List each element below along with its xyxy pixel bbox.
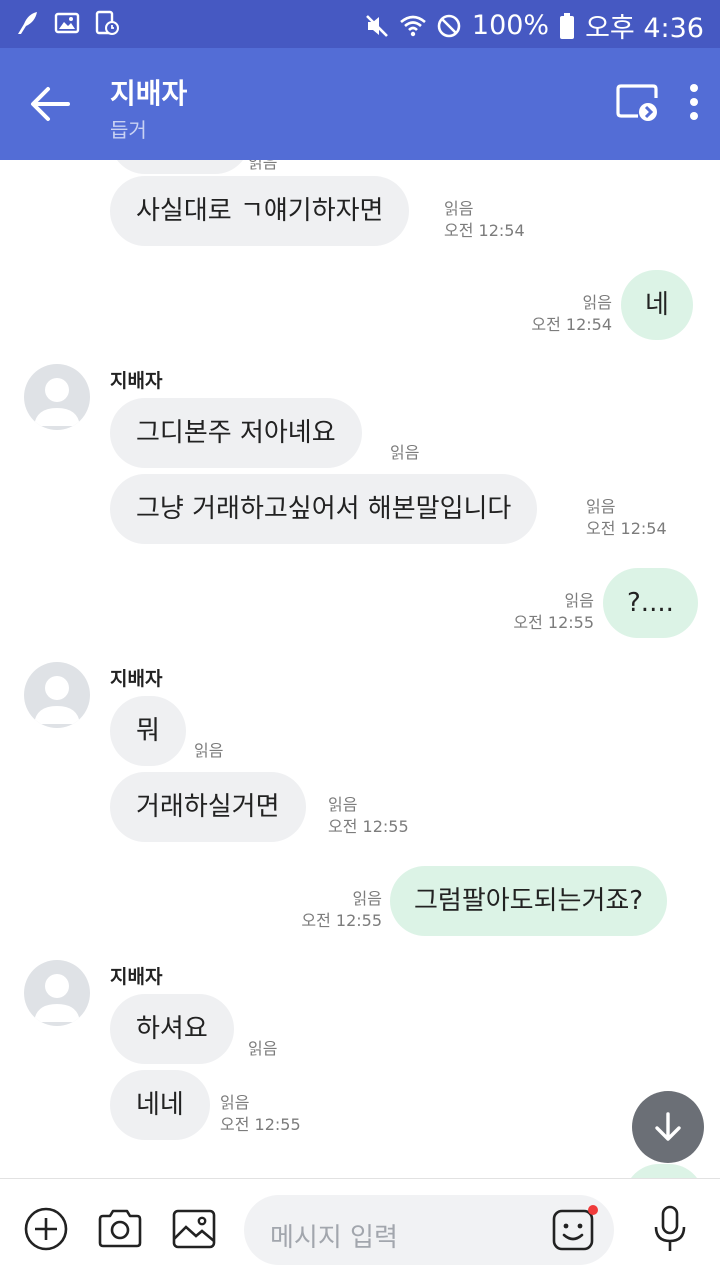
message-bubble-incoming[interactable]: 하셔요 [110, 994, 234, 1064]
battery-percent: 100% [471, 10, 550, 41]
message-text: 네 [645, 290, 669, 320]
read-receipt: 읽음 [582, 293, 612, 312]
status-time: 오후 4:36 [585, 13, 704, 44]
message-bubble-incoming[interactable]: 사실대로 ㄱ얘기하자면 [110, 176, 410, 246]
read-receipt: 읽음 [444, 199, 474, 218]
message-meta: 읽음오전 12:55 [220, 1092, 301, 1136]
gallery-button[interactable] [170, 1205, 218, 1253]
message-meta: 읽음오전 12:54 [586, 496, 667, 540]
arrow-left-icon [31, 87, 70, 121]
read-receipt: 읽음 [220, 1093, 250, 1112]
screen-share-button[interactable] [616, 82, 660, 126]
back-button[interactable] [22, 80, 78, 128]
read-receipt: 읽음 [248, 1039, 278, 1058]
voice-input-button[interactable] [646, 1205, 694, 1253]
avatar[interactable] [24, 960, 90, 1026]
screen-record-icon [95, 10, 119, 35]
message-bubble-incoming[interactable]: 그냥 거래하고싶어서 해본말입니다 [110, 474, 538, 544]
message-bubble-partial[interactable] [624, 1164, 704, 1178]
message-bubble-partial[interactable] [110, 160, 250, 174]
message-input[interactable]: 메시지 입력 [244, 1195, 614, 1265]
read-receipt: 읽음 [586, 497, 616, 516]
message-meta: 읽음오전 12:54 [444, 198, 525, 242]
chat-header: 지배자 듭거 [0, 48, 720, 160]
default-profile-icon [34, 974, 80, 1022]
emoji-icon [552, 1209, 594, 1251]
message-text: 네네 [136, 1090, 184, 1120]
message-meta: 읽음오전 12:55 [301, 888, 382, 932]
message-text: 거래하실거면 [136, 792, 280, 822]
read-receipt: 읽음 [248, 160, 278, 172]
message-time: 오전 12:54 [531, 315, 612, 334]
mute-icon [365, 14, 388, 37]
message-bubble-incoming[interactable]: 뭐 [110, 696, 186, 766]
wifi-icon [400, 15, 426, 36]
sender-name: 지배자 [110, 370, 163, 392]
message-bubble-outgoing[interactable]: 그럼팔아도되는거죠? [390, 866, 668, 936]
avatar[interactable] [24, 662, 90, 728]
message-meta: 읽음 [390, 442, 419, 464]
message-time: 오전 12:55 [513, 613, 594, 632]
message-meta: 읽음 [248, 1038, 277, 1060]
message-time: 오전 12:55 [301, 911, 382, 930]
message-meta: 읽음오전 12:55 [328, 794, 409, 838]
default-profile-icon [34, 676, 80, 724]
message-time: 오전 12:55 [220, 1115, 301, 1134]
message-text: 그냥 거래하고싶어서 해본말입니다 [136, 494, 512, 524]
message-bubble-incoming[interactable]: 네네 [110, 1070, 210, 1140]
read-receipt: 읽음 [564, 591, 594, 610]
avatar[interactable] [24, 364, 90, 430]
status-bar: 100% 오후 4:36 [0, 0, 720, 48]
camera-icon [98, 1209, 142, 1248]
message-bubble-outgoing[interactable]: ?.... [603, 568, 698, 638]
camera-button[interactable] [96, 1205, 144, 1253]
read-receipt: 읽음 [352, 889, 382, 908]
message-meta: 읽음 [194, 740, 223, 762]
more-options-button[interactable] [688, 82, 700, 126]
message-meta: 읽음오전 12:55 [513, 590, 594, 634]
read-receipt: 읽음 [390, 443, 420, 462]
message-bubble-incoming[interactable]: 거래하실거면 [110, 772, 306, 842]
message-text: ?.... [627, 588, 674, 618]
message-input-bar: 메시지 입력 [0, 1178, 720, 1280]
message-time: 오전 12:55 [328, 817, 409, 836]
battery-icon [560, 12, 575, 39]
message-time: 오전 12:54 [444, 221, 525, 240]
message-text: 사실대로 ㄱ얘기하자면 [136, 196, 384, 226]
gallery-notification-icon [54, 12, 80, 34]
message-text: 그디본주 저아녜요 [136, 418, 336, 448]
do-not-disturb-icon [437, 14, 461, 37]
message-text: 뭐 [136, 716, 160, 746]
sender-name: 지배자 [110, 966, 163, 988]
default-profile-icon [34, 378, 80, 426]
arrow-down-icon [655, 1112, 681, 1141]
new-badge-dot [588, 1205, 598, 1215]
message-time: 오전 12:54 [586, 519, 667, 538]
message-meta: 읽음오전 12:54 [531, 292, 612, 336]
message-text: 하셔요 [136, 1014, 208, 1044]
chat-subtitle: 듭거 [110, 118, 147, 142]
feather-icon [18, 12, 37, 34]
read-receipt: 읽음 [194, 741, 224, 760]
sender-name: 지배자 [110, 668, 163, 690]
chat-title: 지배자 [110, 77, 188, 110]
screen-share-icon [616, 84, 658, 121]
message-text: 그럼팔아도되는거죠? [414, 886, 644, 916]
read-receipt: 읽음 [328, 795, 358, 814]
add-attachment-button[interactable] [22, 1205, 70, 1253]
more-vertical-icon [690, 84, 698, 120]
scroll-to-bottom-button[interactable] [632, 1091, 704, 1163]
emoji-button[interactable] [552, 1205, 598, 1251]
message-list[interactable]: 읽음 사실대로 ㄱ얘기하자면 읽음 오전 12:54 네 읽음 오전 12:54 지… [0, 160, 720, 1178]
image-icon [172, 1209, 216, 1249]
message-input-placeholder: 메시지 입력 [270, 1223, 398, 1253]
message-bubble-outgoing[interactable]: 네 [621, 270, 693, 340]
microphone-icon [654, 1205, 686, 1251]
message-bubble-incoming[interactable]: 그디본주 저아녜요 [110, 398, 362, 468]
plus-circle-icon [24, 1207, 68, 1251]
